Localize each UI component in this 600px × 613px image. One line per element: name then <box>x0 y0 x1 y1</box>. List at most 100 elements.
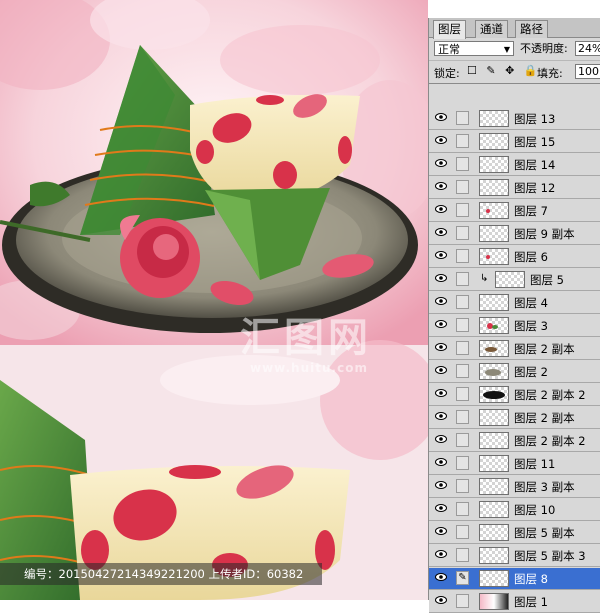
corner-watermark: 汇图 <box>560 4 587 19</box>
layer-name: 图层 12 <box>514 181 556 195</box>
layer-name: 图层 8 <box>514 572 548 586</box>
link-box[interactable] <box>456 548 469 562</box>
blend-mode-value: 正常 <box>438 43 460 56</box>
layer-row[interactable]: 图层 2 副本 <box>429 407 600 429</box>
link-box[interactable] <box>456 295 469 309</box>
link-box[interactable] <box>456 525 469 539</box>
layer-row[interactable]: 图层 5 副本 3 <box>429 545 600 567</box>
link-box[interactable] <box>456 180 469 194</box>
layer-row[interactable]: 图层 9 副本 <box>429 223 600 245</box>
layer-row[interactable]: 图层 15 <box>429 131 600 153</box>
link-box[interactable] <box>456 479 469 493</box>
visibility-eye-icon[interactable] <box>435 389 447 397</box>
layer-row[interactable]: 图层 2 副本 2 <box>429 384 600 406</box>
visibility-eye-icon[interactable] <box>435 159 447 167</box>
layer-thumbnail <box>479 386 509 403</box>
visibility-eye-icon[interactable] <box>435 481 447 489</box>
opacity-label: 不透明度: <box>520 42 568 55</box>
layer-row[interactable]: 图层 4 <box>429 292 600 314</box>
link-box[interactable] <box>456 594 469 608</box>
visibility-eye-icon[interactable] <box>435 550 447 558</box>
layer-row[interactable]: 图层 13 <box>429 108 600 130</box>
visibility-eye-icon[interactable] <box>435 435 447 443</box>
layer-name: 图层 2 <box>514 365 548 379</box>
link-box[interactable] <box>456 364 469 378</box>
visibility-eye-icon[interactable] <box>435 458 447 466</box>
visibility-eye-icon[interactable] <box>435 136 447 144</box>
brush-icon[interactable]: ✎ <box>456 571 469 585</box>
layer-row[interactable]: 图层 6 <box>429 246 600 268</box>
blend-mode-dropdown[interactable]: 正常 ▼ <box>434 41 514 56</box>
layer-name: 图层 10 <box>514 503 556 517</box>
visibility-eye-icon[interactable] <box>435 320 447 328</box>
layer-name: 图层 2 副本 2 <box>514 434 586 448</box>
link-box[interactable] <box>456 157 469 171</box>
link-box[interactable] <box>456 134 469 148</box>
layer-row[interactable]: 图层 3 副本 <box>429 476 600 498</box>
layer-thumbnail <box>479 501 509 518</box>
link-box[interactable] <box>456 318 469 332</box>
layer-name: 图层 9 副本 <box>514 227 575 241</box>
layer-name: 图层 13 <box>514 112 556 126</box>
link-box[interactable] <box>456 410 469 424</box>
layer-row[interactable]: 图层 7 <box>429 200 600 222</box>
visibility-eye-icon[interactable] <box>435 596 447 604</box>
layer-row[interactable]: 图层 11 <box>429 453 600 475</box>
layer-row[interactable]: 图层 10 <box>429 499 600 521</box>
layer-thumbnail <box>479 110 509 127</box>
layer-row[interactable]: 图层 3 <box>429 315 600 337</box>
link-box[interactable] <box>456 433 469 447</box>
link-box[interactable] <box>456 341 469 355</box>
tab-paths[interactable]: 路径 <box>515 20 548 38</box>
link-box[interactable] <box>456 111 469 125</box>
link-box[interactable] <box>456 226 469 240</box>
watermark-title: 汇图网 <box>240 315 372 361</box>
layer-thumbnail <box>479 570 509 587</box>
layer-thumbnail <box>479 455 509 472</box>
blend-row: 正常 ▼ 不透明度: 24% <box>429 38 600 61</box>
layer-name: 图层 6 <box>514 250 548 264</box>
layer-row[interactable]: 图层 2 副本 2 <box>429 430 600 452</box>
layer-row[interactable]: 图层 14 <box>429 154 600 176</box>
visibility-eye-icon[interactable] <box>435 113 447 121</box>
layer-thumbnail <box>479 432 509 449</box>
layer-name: 图层 5 副本 <box>514 526 575 540</box>
visibility-eye-icon[interactable] <box>435 251 447 259</box>
visibility-eye-icon[interactable] <box>435 274 447 282</box>
layer-row[interactable]: 图层 2 <box>429 361 600 383</box>
layer-row[interactable]: 图层 1 <box>429 591 600 613</box>
visibility-eye-icon[interactable] <box>435 228 447 236</box>
visibility-eye-icon[interactable] <box>435 366 447 374</box>
link-box[interactable] <box>456 502 469 516</box>
fill-input[interactable]: 100 <box>575 64 600 79</box>
visibility-eye-icon[interactable] <box>435 205 447 213</box>
visibility-eye-icon[interactable] <box>435 182 447 190</box>
tab-layers[interactable]: 图层 <box>433 20 466 39</box>
layer-row[interactable]: 图层 5 副本 <box>429 522 600 544</box>
link-box[interactable] <box>456 203 469 217</box>
layer-thumbnail <box>479 409 509 426</box>
visibility-eye-icon[interactable] <box>435 343 447 351</box>
layer-row[interactable]: 图层 2 副本 <box>429 338 600 360</box>
layer-row[interactable]: 图层 12 <box>429 177 600 199</box>
link-box[interactable] <box>456 456 469 470</box>
tab-channels[interactable]: 通道 <box>475 20 508 38</box>
link-box[interactable] <box>456 387 469 401</box>
opacity-input[interactable]: 24% <box>575 41 600 56</box>
visibility-eye-icon[interactable] <box>435 412 447 420</box>
visibility-eye-icon[interactable] <box>435 527 447 535</box>
layer-thumbnail <box>479 593 509 610</box>
layers-panel: 图层 通道 路径 正常 ▼ 不透明度: 24% 锁定: ☐ ✎ ✥ 🔒 填充: … <box>428 18 600 613</box>
fill-label: 填充: <box>537 67 563 80</box>
lock-options-icons[interactable]: ☐ ✎ ✥ 🔒 <box>467 64 540 77</box>
visibility-eye-icon[interactable] <box>435 573 447 581</box>
visibility-eye-icon[interactable] <box>435 504 447 512</box>
layer-row[interactable]: ✎ 图层 8 <box>429 568 600 590</box>
layer-name: 图层 1 <box>514 595 548 609</box>
visibility-eye-icon[interactable] <box>435 297 447 305</box>
panel-tabs: 图层 通道 路径 <box>429 18 600 39</box>
link-box[interactable] <box>456 249 469 263</box>
link-box[interactable] <box>456 272 469 286</box>
layer-row[interactable]: ↳ 图层 5 <box>429 269 600 291</box>
layer-name: 图层 3 副本 <box>514 480 575 494</box>
